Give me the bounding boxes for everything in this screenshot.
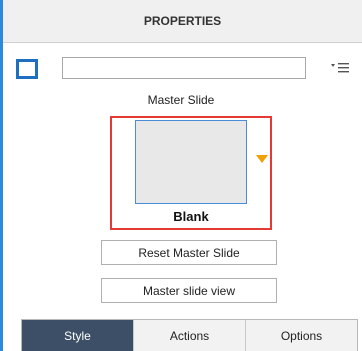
panel-title: PROPERTIES [143, 14, 222, 28]
tab-options[interactable]: Options [246, 320, 357, 351]
properties-panel: PROPERTIES Master Slide Blank Reset Mast… [0, 0, 362, 351]
triangle-down-icon[interactable] [256, 155, 268, 163]
slide-icon[interactable] [16, 59, 38, 79]
properties-tabs: Style Actions Options [21, 319, 358, 351]
reset-master-slide-button[interactable]: Reset Master Slide [101, 240, 277, 265]
tab-actions[interactable]: Actions [134, 320, 246, 351]
slide-name-input[interactable] [62, 57, 306, 79]
panel-header: PROPERTIES [3, 0, 362, 43]
menu-icon[interactable] [331, 62, 349, 74]
panel-left-border [0, 0, 3, 351]
tab-style[interactable]: Style [22, 320, 134, 351]
master-slide-thumbnail[interactable] [135, 120, 247, 204]
master-slide-caption: Blank [173, 209, 209, 224]
master-slide-view-button[interactable]: Master slide view [101, 278, 277, 303]
master-slide-label: Master Slide [147, 93, 215, 107]
